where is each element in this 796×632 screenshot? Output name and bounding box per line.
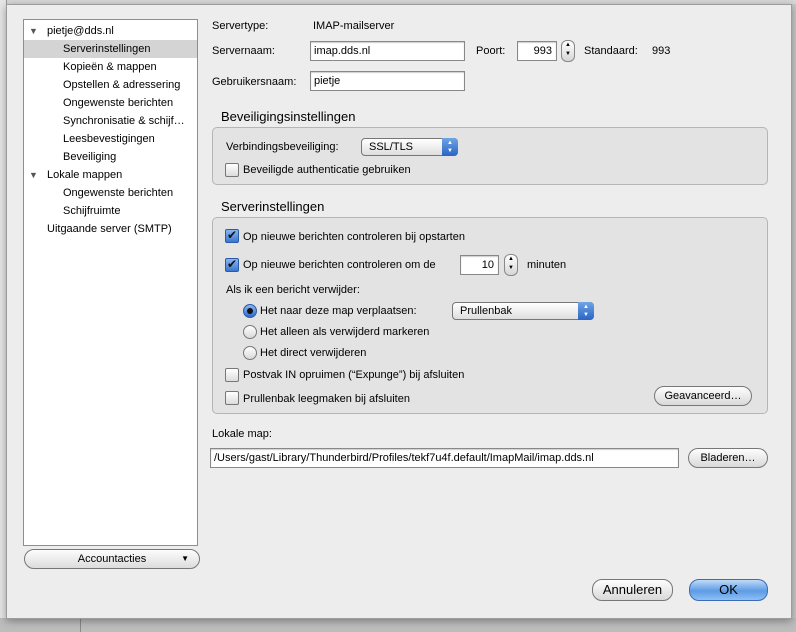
connection-security-select[interactable]: SSL/TLS ▲ ▼ xyxy=(361,138,458,156)
default-port-value: 993 xyxy=(652,45,671,57)
servername-input[interactable]: imap.dds.nl xyxy=(310,41,465,61)
servername-label: Servernaam: xyxy=(212,45,275,57)
tree-item-label: Schijfruimte xyxy=(63,205,121,217)
tree-item[interactable]: Leesbevestigingen xyxy=(24,130,197,148)
check-interval-input[interactable]: 10 xyxy=(460,255,499,275)
empty-trash-label: Prullenbak leegmaken bij afsluiten xyxy=(243,393,410,405)
cancel-button-label: Annuleren xyxy=(602,582,663,597)
tree-item[interactable]: Uitgaande server (SMTP) xyxy=(24,220,197,238)
trash-folder-select[interactable]: Prullenbak ▲ ▼ xyxy=(452,302,594,320)
expunge-checkbox[interactable] xyxy=(225,368,239,382)
username-label: Gebruikersnaam: xyxy=(212,76,297,88)
chevron-down-icon: ▼ xyxy=(181,554,189,563)
tree-item[interactable]: ▼ Lokale mappen xyxy=(24,166,197,184)
tree-item-label: Serverinstellingen xyxy=(63,43,151,55)
port-stepper[interactable]: ▲ ▼ xyxy=(561,40,575,62)
empty-trash-checkbox[interactable] xyxy=(225,391,239,405)
tree-item-label: Kopieën & mappen xyxy=(63,61,157,73)
expunge-label: Postvak IN opruimen (“Expunge”) bij afsl… xyxy=(243,369,465,381)
browse-button-label: Bladeren… xyxy=(700,452,756,464)
tree-item[interactable]: ▼ pietje@dds.nl xyxy=(24,22,197,40)
tree-item[interactable]: Schijfruimte xyxy=(24,202,197,220)
tree-item-label: Beveiliging xyxy=(63,151,117,163)
servertype-value: IMAP-mailserver xyxy=(313,20,395,32)
tree-item-label: Lokale mappen xyxy=(47,169,123,181)
background-window-statusbar xyxy=(0,618,796,632)
servertype-label: Servertype: xyxy=(212,20,269,32)
tree-item-label: Ongewenste berichten xyxy=(63,97,174,109)
check-every-checkbox[interactable] xyxy=(225,257,239,272)
disclosure-triangle-icon[interactable]: ▼ xyxy=(29,22,38,40)
browse-button[interactable]: Bladeren… xyxy=(688,448,768,468)
server-settings-group-title: Serverinstellingen xyxy=(221,199,325,214)
tree-item-label: Leesbevestigingen xyxy=(63,133,155,145)
cancel-button[interactable]: Annuleren xyxy=(592,579,673,601)
connection-security-label: Verbindingsbeveiliging: xyxy=(226,141,339,153)
username-input[interactable]: pietje xyxy=(310,71,465,91)
check-every-label: Op nieuwe berichten controleren om de xyxy=(243,259,436,271)
local-folder-label: Lokale map: xyxy=(212,428,272,440)
tree-item[interactable]: Serverinstellingen xyxy=(24,40,197,58)
check-startup-label: Op nieuwe berichten controleren bij opst… xyxy=(243,231,465,243)
account-tree[interactable]: ▼ pietje@dds.nl Serverinstellingen Kopieën … xyxy=(23,19,198,546)
check-startup-checkbox[interactable] xyxy=(225,228,239,243)
check-interval-stepper[interactable]: ▲ ▼ xyxy=(504,254,518,276)
trash-folder-value: Prullenbak xyxy=(460,305,512,317)
ok-button[interactable]: OK xyxy=(689,579,768,601)
delete-behavior-label: Als ik een bericht verwijder: xyxy=(226,284,360,296)
tree-item[interactable]: Beveiliging xyxy=(24,148,197,166)
tree-item[interactable]: Ongewenste berichten xyxy=(24,184,197,202)
security-group: Verbindingsbeveiliging: SSL/TLS ▲ ▼ Bevei… xyxy=(212,127,768,185)
disclosure-triangle-icon[interactable]: ▼ xyxy=(29,166,38,184)
tree-item[interactable]: Opstellen & adressering xyxy=(24,76,197,94)
port-input[interactable]: 993 xyxy=(517,41,557,61)
radio-direct-label: Het direct verwijderen xyxy=(260,347,367,359)
tree-item[interactable]: Kopieën & mappen xyxy=(24,58,197,76)
radio-mark-label: Het alleen als verwijderd markeren xyxy=(260,326,430,338)
tree-item-label: Uitgaande server (SMTP) xyxy=(47,223,172,235)
advanced-button[interactable]: Geavanceerd… xyxy=(654,386,752,406)
local-folder-path[interactable]: /Users/gast/Library/Thunderbird/Profiles… xyxy=(210,448,679,468)
radio-mark-deleted[interactable] xyxy=(243,325,257,339)
security-group-title: Beveiligingsinstellingen xyxy=(221,109,356,124)
tree-item-label: Synchronisatie & schijf… xyxy=(63,115,185,127)
advanced-button-label: Geavanceerd… xyxy=(664,390,742,402)
server-settings-group: Op nieuwe berichten controleren bij opst… xyxy=(212,217,768,414)
radio-move-label: Het naar deze map verplaatsen: xyxy=(260,305,417,317)
default-port-label: Standaard: xyxy=(584,45,638,57)
account-actions-button[interactable]: Accountacties ▼ xyxy=(24,549,200,569)
tree-item[interactable]: Synchronisatie & schijf… xyxy=(24,112,197,130)
radio-move-to-folder[interactable] xyxy=(243,304,257,318)
radio-delete-directly[interactable] xyxy=(243,346,257,360)
minutes-label: minuten xyxy=(527,259,567,271)
account-settings-dialog: ▼ pietje@dds.nl Serverinstellingen Kopieën … xyxy=(6,4,792,619)
tree-item-label: pietje@dds.nl xyxy=(47,25,114,37)
account-actions-label: Accountacties xyxy=(77,553,147,565)
secure-auth-checkbox[interactable] xyxy=(225,163,239,177)
updown-arrows-icon: ▲ ▼ xyxy=(442,138,458,156)
port-label: Poort: xyxy=(476,45,506,57)
tree-item-label: Ongewenste berichten xyxy=(63,187,174,199)
updown-arrows-icon: ▲ ▼ xyxy=(578,302,594,320)
connection-security-value: SSL/TLS xyxy=(369,141,414,153)
tree-item[interactable]: Ongewenste berichten xyxy=(24,94,197,112)
ok-button-label: OK xyxy=(719,582,738,597)
secure-auth-label: Beveiligde authenticatie gebruiken xyxy=(243,164,411,176)
tree-item-label: Opstellen & adressering xyxy=(63,79,181,91)
